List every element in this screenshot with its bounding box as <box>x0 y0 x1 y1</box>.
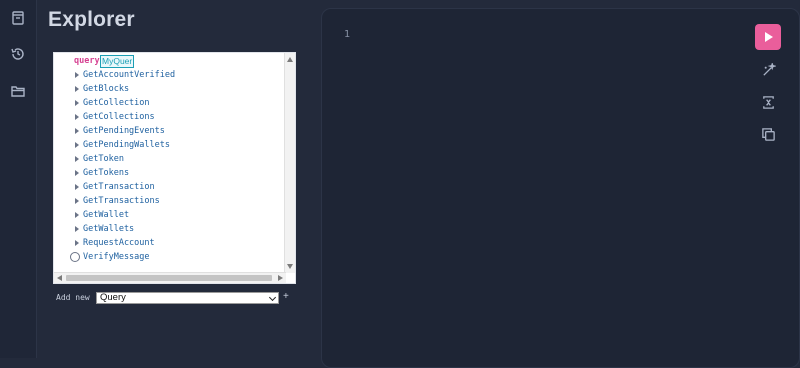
scroll-up-icon[interactable] <box>287 57 293 62</box>
scroll-down-icon[interactable] <box>287 264 293 269</box>
caret-right-icon <box>75 226 79 232</box>
query-editor[interactable]: 1 <box>321 8 800 368</box>
operation-type-value: Query <box>100 292 126 303</box>
field-label: GetTokens <box>83 168 130 178</box>
explorer-panel: Explorer query MyQuer GetAccountVerified… <box>37 0 316 358</box>
caret-right-icon <box>75 170 79 176</box>
caret-right-icon <box>75 184 79 190</box>
caret-right-icon <box>75 86 79 92</box>
field-label: GetCollections <box>83 112 155 122</box>
explorer-tree: query MyQuer GetAccountVerified GetBlock… <box>53 52 296 284</box>
caret-right-icon <box>75 128 79 134</box>
radio-icon[interactable] <box>70 252 80 262</box>
field-label: GetTransactions <box>83 196 160 206</box>
tree-content: query MyQuer GetAccountVerified GetBlock… <box>54 53 286 273</box>
field-label: GetToken <box>83 154 124 164</box>
field-label: GetPendingEvents <box>83 126 165 136</box>
field-label: GetTransaction <box>83 182 155 192</box>
scroll-left-icon[interactable] <box>57 275 62 281</box>
sidebar-rail <box>0 0 37 358</box>
field-label: GetWallet <box>83 210 130 220</box>
docs-icon[interactable] <box>8 8 28 28</box>
caret-right-icon <box>75 198 79 204</box>
merge-icon <box>762 95 774 109</box>
field-label: VerifyMessage <box>83 252 150 262</box>
scrollbar-thumb[interactable] <box>66 275 272 281</box>
operation-name-input[interactable]: MyQuer <box>100 55 135 68</box>
field-label: RequestAccount <box>83 238 155 248</box>
field-label: GetBlocks <box>83 84 130 94</box>
caret-right-icon <box>75 240 79 246</box>
horizontal-scrollbar[interactable] <box>54 272 286 283</box>
chevron-down-icon <box>268 293 277 302</box>
caret-right-icon <box>75 142 79 148</box>
play-icon <box>765 32 773 42</box>
line-number: 1 <box>344 29 351 40</box>
field-label: GetAccountVerified <box>83 70 176 80</box>
add-new-label: Add new <box>56 293 90 302</box>
operation-type-select[interactable]: Query <box>96 292 279 304</box>
caret-right-icon <box>75 100 79 106</box>
prettify-button[interactable] <box>759 61 777 79</box>
merge-fragments-button[interactable] <box>759 93 777 111</box>
copy-query-button[interactable] <box>759 125 777 143</box>
field-label: GetPendingWallets <box>83 140 170 150</box>
run-button[interactable] <box>755 24 781 50</box>
history-icon[interactable] <box>8 44 28 64</box>
copy-icon <box>761 127 775 141</box>
caret-right-icon <box>75 72 79 78</box>
query-keyword: query <box>74 56 100 66</box>
scroll-right-icon[interactable] <box>278 275 283 281</box>
field-label: GetCollection <box>83 98 150 108</box>
add-operation-button[interactable]: + <box>283 291 289 302</box>
folder-icon[interactable] <box>8 81 28 101</box>
caret-right-icon <box>75 212 79 218</box>
caret-right-icon <box>75 156 79 162</box>
explorer-title: Explorer <box>48 8 135 31</box>
caret-right-icon <box>75 114 79 120</box>
magic-wand-icon <box>762 62 776 76</box>
vertical-scrollbar[interactable] <box>284 53 295 273</box>
field-label: GetWallets <box>83 224 135 234</box>
